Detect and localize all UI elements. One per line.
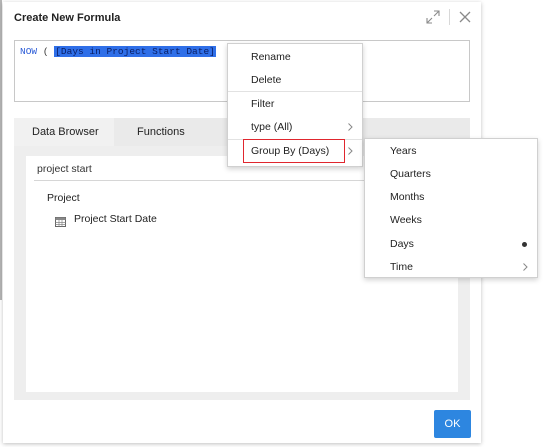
- table-icon: [55, 214, 66, 227]
- submenu-item-years[interactable]: Years: [365, 141, 537, 161]
- menu-divider: [228, 91, 362, 92]
- chevron-right-icon: [347, 122, 354, 132]
- submenu-item-label: Weeks: [390, 214, 422, 226]
- dialog-title: Create New Formula: [14, 12, 121, 24]
- formula-function-name: NOW: [20, 46, 38, 57]
- group-by-submenu: Years Quarters Months Weeks Days Time: [364, 138, 538, 278]
- submenu-item-quarters[interactable]: Quarters: [365, 164, 537, 184]
- tab-functions[interactable]: Functions: [137, 126, 185, 138]
- formula-argument-token[interactable]: [Days in Project Start Date]: [54, 46, 216, 57]
- menu-item-label: Filter: [251, 98, 275, 110]
- list-item[interactable]: Project Start Date: [55, 212, 355, 228]
- menu-item-delete[interactable]: Delete: [228, 70, 362, 90]
- selected-dot-icon: [522, 242, 527, 247]
- submenu-item-time[interactable]: Time: [365, 257, 537, 277]
- search-input[interactable]: project start: [37, 163, 92, 175]
- list-item-label: Project Start Date: [74, 213, 157, 225]
- formula-text[interactable]: NOW ( [Days in Project Start Date]: [20, 46, 216, 57]
- chevron-right-icon: [347, 146, 354, 156]
- menu-item-group-by[interactable]: Group By (Days): [228, 141, 362, 161]
- menu-item-rename[interactable]: Rename: [228, 47, 362, 67]
- title-separator: [449, 9, 450, 25]
- submenu-item-weeks[interactable]: Weeks: [365, 210, 537, 230]
- submenu-item-months[interactable]: Months: [365, 187, 537, 207]
- submenu-item-days[interactable]: Days: [365, 234, 537, 254]
- menu-item-filter[interactable]: Filter: [228, 94, 362, 114]
- context-menu: Rename Delete Filter type (All) Group By…: [227, 43, 363, 167]
- menu-item-label: Delete: [251, 74, 282, 86]
- ok-button[interactable]: OK: [434, 410, 471, 438]
- submenu-item-label: Time: [390, 261, 413, 273]
- submenu-item-label: Days: [390, 238, 414, 250]
- expand-icon[interactable]: [426, 10, 440, 24]
- menu-item-label: type (All): [251, 121, 293, 133]
- background-window-edge: [0, 0, 2, 300]
- submenu-item-label: Quarters: [390, 168, 431, 180]
- submenu-item-label: Months: [390, 191, 425, 203]
- menu-item-label: Rename: [251, 51, 291, 63]
- group-header-project: Project: [47, 192, 80, 204]
- menu-item-type[interactable]: type (All): [228, 117, 362, 137]
- tab-data-browser-label[interactable]: Data Browser: [32, 126, 99, 138]
- menu-item-label: Group By (Days): [251, 145, 330, 157]
- close-icon[interactable]: [458, 10, 472, 24]
- search-underline: [34, 180, 371, 181]
- formula-open-paren: (: [42, 46, 49, 57]
- chevron-right-icon: [522, 262, 529, 272]
- menu-divider: [228, 139, 362, 140]
- submenu-item-label: Years: [390, 145, 417, 157]
